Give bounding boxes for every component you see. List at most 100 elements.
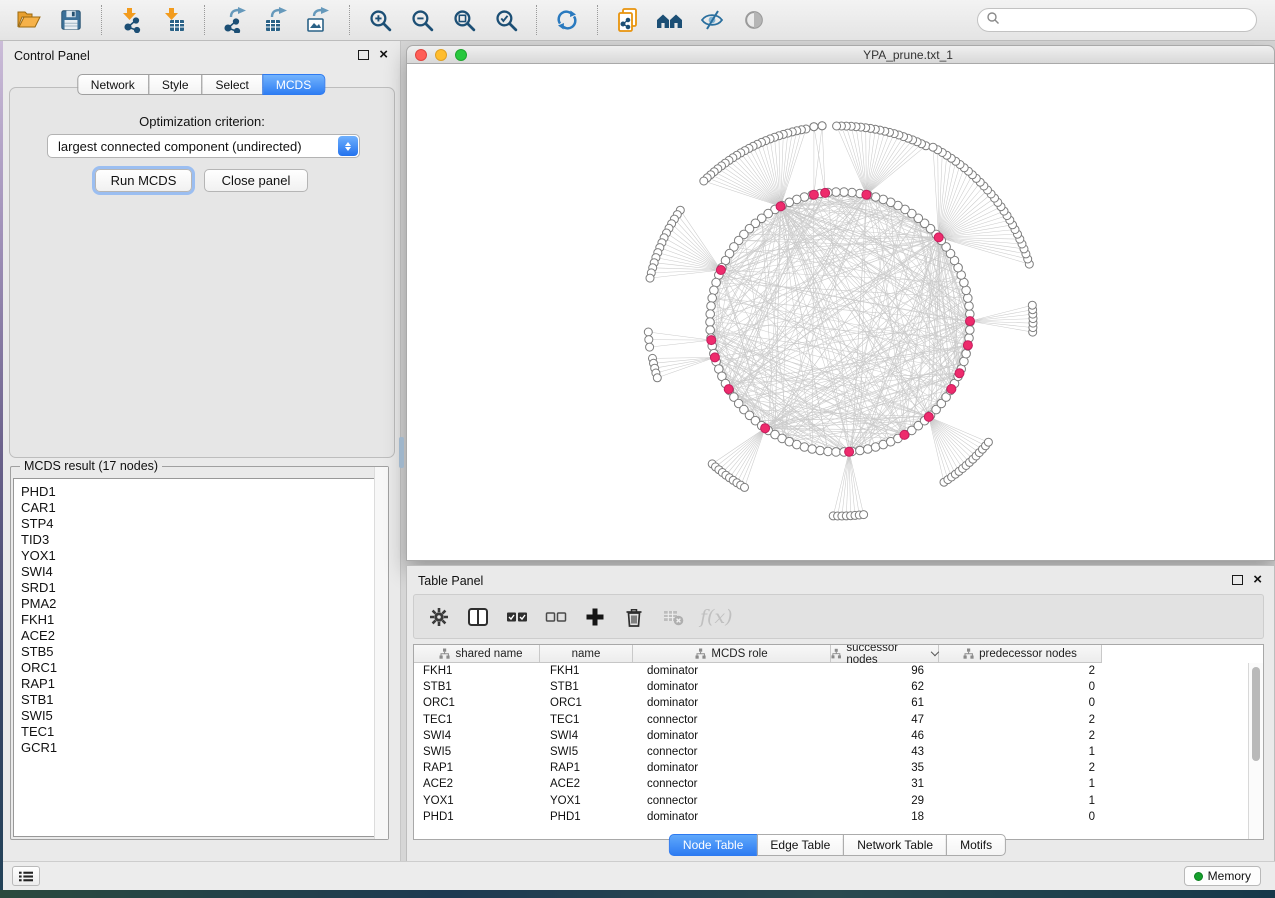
close-panel-button[interactable]: Close panel [204,169,308,192]
mcds-result-item[interactable]: PMA2 [14,596,385,612]
tab-network-table[interactable]: Network Table [843,834,947,856]
table-row[interactable]: ACE2ACE2connector311 [414,776,1263,792]
task-history-icon[interactable] [12,866,40,886]
mcds-result-item[interactable]: STB5 [14,644,385,660]
mcds-hub-node[interactable] [900,430,909,439]
mcds-result-item[interactable]: RAP1 [14,676,385,692]
column-header-shared-name[interactable]: shared name [414,645,540,662]
tab-mcds[interactable]: MCDS [262,74,325,95]
zoom-in-icon[interactable] [361,3,399,37]
select-all-icon[interactable] [505,605,529,629]
mcds-result-list[interactable]: PHD1CAR1STP4TID3YOX1SWI4SRD1PMA2FKH1ACE2… [13,478,386,837]
table-row[interactable]: YOX1YOX1connector291 [414,793,1263,809]
float-panel-icon[interactable] [1232,575,1243,585]
memory-button[interactable]: Memory [1184,866,1261,886]
mcds-hub-node[interactable] [966,317,975,326]
table-row[interactable]: TEC1TEC1connector472 [414,712,1263,728]
open-folder-icon[interactable] [10,3,48,37]
table-row[interactable]: SWI4SWI4dominator462 [414,728,1263,744]
table-cell: 2 [939,762,1102,774]
mcds-hub-node[interactable] [934,233,943,242]
column-header-name[interactable]: name [540,645,633,662]
mcds-hub-node[interactable] [710,353,719,362]
table-row[interactable]: STB1STB1dominator620 [414,679,1263,695]
network-graph[interactable] [407,64,1275,560]
mcds-hub-node[interactable] [776,202,785,211]
mcds-hub-node[interactable] [724,385,733,394]
mcds-hub-node[interactable] [947,385,956,394]
table-row[interactable]: FKH1FKH1dominator962 [414,663,1263,679]
mcds-hub-node[interactable] [845,447,854,456]
column-view-icon[interactable] [466,605,490,629]
table-settings-gear-icon[interactable] [427,605,451,629]
mcds-list-scrollbar[interactable] [374,467,388,839]
import-network-icon[interactable] [113,3,151,37]
close-panel-icon[interactable]: × [379,50,388,60]
export-image-icon[interactable] [300,3,338,37]
deselect-all-icon[interactable] [544,605,568,629]
export-table-icon[interactable] [258,3,296,37]
table-row[interactable]: ORC1ORC1dominator610 [414,695,1263,711]
mcds-result-item[interactable]: PHD1 [14,484,385,500]
network-window-titlebar[interactable]: YPA_prune.txt_1 [406,45,1275,64]
tab-style[interactable]: Style [148,74,203,95]
mcds-result-item[interactable]: FKH1 [14,612,385,628]
tab-network[interactable]: Network [77,74,149,95]
mcds-hub-node[interactable] [924,412,933,421]
table-cell: 29 [831,795,939,807]
network-canvas[interactable] [406,64,1275,561]
import-table-icon[interactable] [155,3,193,37]
copy-network-icon[interactable] [609,3,647,37]
column-header-successor-nodes[interactable]: successor nodes [831,645,939,662]
search-field[interactable] [977,8,1257,32]
mcds-hub-node[interactable] [862,190,871,199]
close-panel-icon[interactable]: × [1253,575,1262,585]
mcds-result-item[interactable]: ACE2 [14,628,385,644]
tab-select[interactable]: Select [202,74,263,95]
save-icon[interactable] [52,3,90,37]
hide-eye-icon[interactable] [693,3,731,37]
tab-motifs[interactable]: Motifs [946,834,1006,856]
search-input[interactable] [1005,12,1248,28]
table-row[interactable]: PHD1PHD1dominator180 [414,809,1263,825]
table-scrollbar[interactable] [1248,663,1263,839]
mcds-hub-node[interactable] [707,336,716,345]
mcds-result-item[interactable]: SRD1 [14,580,385,596]
mcds-result-item[interactable]: STB1 [14,692,385,708]
mcds-hub-node[interactable] [821,188,830,197]
panel-splitter-handle[interactable] [399,437,404,468]
mcds-hub-node[interactable] [963,341,972,350]
criterion-dropdown[interactable]: largest connected component (undirected) [47,134,360,158]
tab-edge-table[interactable]: Edge Table [756,834,844,856]
zoom-selected-icon[interactable] [487,3,525,37]
mcds-hub-node[interactable] [761,424,770,433]
table-scrollbar-thumb[interactable] [1252,667,1260,761]
delete-column-icon[interactable] [622,605,646,629]
table-row[interactable]: SWI5SWI5connector431 [414,744,1263,760]
column-header-predecessor-nodes[interactable]: predecessor nodes [939,645,1102,662]
show-eye-icon[interactable] [735,3,773,37]
float-panel-icon[interactable] [358,50,369,60]
mcds-hub-node[interactable] [716,266,725,275]
mcds-hub-node[interactable] [955,369,964,378]
mcds-result-item[interactable]: ORC1 [14,660,385,676]
mcds-result-item[interactable]: GCR1 [14,740,385,756]
export-network-icon[interactable] [216,3,254,37]
tab-node-table[interactable]: Node Table [669,834,758,856]
mcds-result-item[interactable]: TEC1 [14,724,385,740]
mcds-result-item[interactable]: SWI4 [14,564,385,580]
mcds-result-item[interactable]: SWI5 [14,708,385,724]
refresh-icon[interactable] [548,3,586,37]
zoom-out-icon[interactable] [403,3,441,37]
mcds-result-item[interactable]: STP4 [14,516,385,532]
add-column-icon[interactable] [583,605,607,629]
neighbors-icon[interactable] [651,3,689,37]
mcds-hub-node[interactable] [809,190,818,199]
column-header-mcds-role[interactable]: MCDS role [633,645,831,662]
zoom-fit-icon[interactable] [445,3,483,37]
run-mcds-button[interactable]: Run MCDS [95,169,192,192]
mcds-result-item[interactable]: YOX1 [14,548,385,564]
mcds-result-item[interactable]: CAR1 [14,500,385,516]
table-row[interactable]: RAP1RAP1dominator352 [414,760,1263,776]
mcds-result-item[interactable]: TID3 [14,532,385,548]
